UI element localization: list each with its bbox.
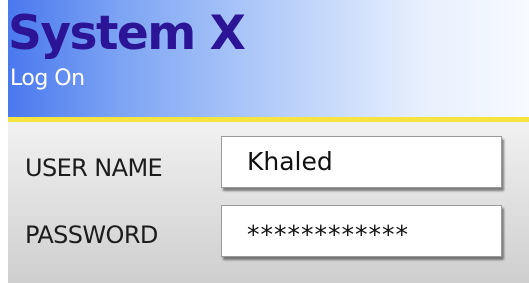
- header-banner: System X Log On: [8, 0, 529, 117]
- logon-window: System X Log On USER NAME Khaled PASSWOR…: [0, 0, 529, 283]
- password-label: PASSWORD: [25, 221, 158, 249]
- password-field[interactable]: ************: [221, 205, 502, 257]
- logon-form: USER NAME Khaled PASSWORD ************: [8, 122, 529, 283]
- username-label: USER NAME: [25, 154, 163, 182]
- password-mask: ************: [247, 220, 409, 249]
- app-title: System X: [8, 6, 246, 61]
- username-field[interactable]: Khaled: [221, 136, 502, 188]
- app-subtitle: Log On: [10, 66, 85, 91]
